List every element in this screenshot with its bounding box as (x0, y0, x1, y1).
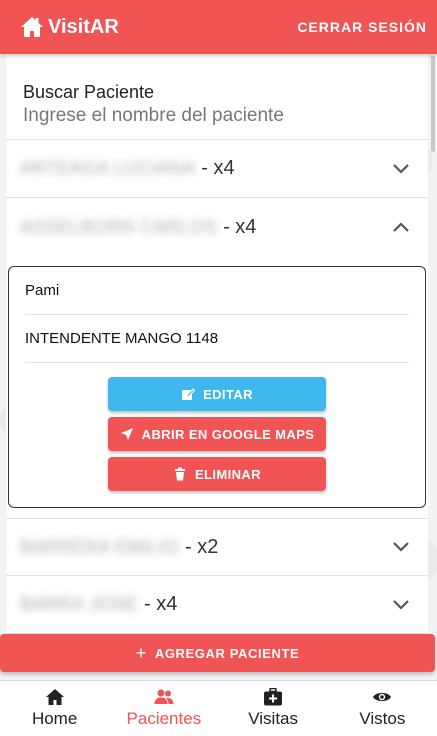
patient-name: BARRERA EMILIO (20, 536, 180, 557)
nav-home-label: Home (31, 709, 78, 728)
patient-detail-card: Pami INTENDENTE MANGO 1148 EDITAR ABRIR … (8, 266, 426, 508)
home-logo-icon (21, 17, 43, 37)
patient-row[interactable]: ASSELBORN CARLOS - x4 (6, 198, 428, 256)
app-title: VisitAR (48, 15, 119, 38)
patient-row[interactable]: BARRERA EMILIO - x2 (6, 518, 428, 576)
bottom-navigation: Home Pacientes Visitas Vistos (0, 680, 437, 736)
edit-icon (182, 388, 196, 400)
add-patient-label: AGREGAR PACIENTE (154, 645, 300, 661)
delete-button[interactable]: ELIMINAR (108, 457, 326, 491)
patients-panel: Buscar Paciente Ingrese el nombre del pa… (6, 54, 428, 634)
add-patient-button[interactable]: + AGREGAR PACIENTE (0, 634, 435, 672)
nav-pacientes-label: Pacientes (126, 709, 202, 728)
nav-visitas-label: Visitas (248, 709, 298, 728)
eye-icon (373, 692, 392, 702)
visit-count: - x4 (223, 215, 257, 238)
open-maps-label: ABRIR EN GOOGLE MAPS (141, 426, 315, 442)
edit-label: EDITAR (203, 386, 253, 402)
open-maps-button[interactable]: ABRIR EN GOOGLE MAPS (108, 417, 326, 451)
search-input[interactable]: Ingrese el nombre del paciente (23, 105, 412, 127)
trash-icon (174, 467, 185, 481)
patient-name: ASSELBORN CARLOS (20, 216, 218, 237)
chevron-down-icon[interactable] (392, 541, 410, 553)
visit-count: - x2 (185, 535, 219, 558)
patient-insurance: Pami (25, 267, 409, 315)
nav-pacientes[interactable]: Pacientes (109, 681, 218, 736)
visit-count: - x4 (144, 593, 178, 615)
scrollbar[interactable] (431, 56, 435, 152)
patient-row[interactable]: ARTEAGA LUCIANA - x4 (6, 140, 428, 198)
chevron-down-icon[interactable] (392, 163, 410, 175)
delete-label: ELIMINAR (194, 466, 262, 482)
home-icon (45, 689, 64, 705)
patient-row[interactable]: BARRA JOSE - x4 (6, 576, 428, 634)
nav-visitas[interactable]: Visitas (219, 681, 328, 736)
logout-button[interactable]: CERRAR SESIÓN (297, 19, 427, 35)
nav-vistos[interactable]: Vistos (328, 681, 437, 736)
medkit-icon (264, 688, 283, 706)
search-label: Buscar Paciente (23, 82, 155, 102)
brand[interactable]: VisitAR (20, 16, 119, 39)
nav-home[interactable]: Home (0, 681, 109, 736)
nav-vistos-label: Vistos (359, 709, 406, 728)
chevron-up-icon[interactable] (392, 221, 410, 233)
chevron-down-icon[interactable] (392, 599, 410, 611)
plus-icon: + (135, 642, 147, 663)
visit-count: - x4 (201, 157, 235, 179)
patient-name: BARRA JOSE (20, 594, 139, 614)
navigation-arrow-icon (120, 428, 133, 440)
patient-address: INTENDENTE MANGO 1148 (25, 315, 409, 363)
edit-button[interactable]: EDITAR (108, 377, 326, 411)
patient-name: ARTEAGA LUCIANA (20, 158, 196, 178)
top-app-bar: VisitAR CERRAR SESIÓN (0, 0, 437, 54)
people-icon (154, 689, 174, 704)
search-field[interactable]: Buscar Paciente Ingrese el nombre del pa… (6, 54, 428, 140)
